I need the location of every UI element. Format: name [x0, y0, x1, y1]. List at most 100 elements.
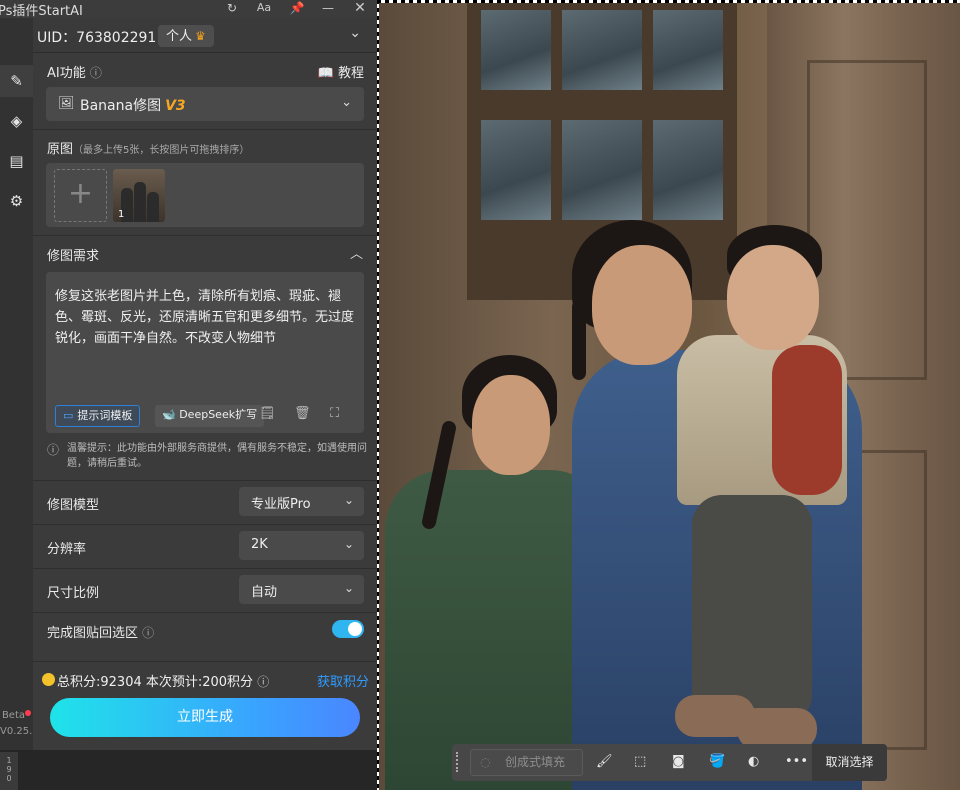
- tutorial-label: 教程: [337, 66, 364, 81]
- divider: [33, 129, 377, 130]
- thumbnail-index: 1: [118, 209, 125, 220]
- resolution-value: 2K: [251, 537, 268, 552]
- account-badge[interactable]: 个人 ♛: [158, 25, 214, 47]
- drag-handle[interactable]: [456, 752, 459, 772]
- paste-back-row: 完成图贴回选区 ⓘ: [33, 612, 377, 650]
- trash-icon[interactable]: 🗑: [294, 406, 311, 421]
- contextual-taskbar: ◌ 创成式填充 🖌 ⬚ ◙ 🪣 ◐ ••• 取消选择: [452, 744, 887, 781]
- service-notice-text: 温馨提示：此功能由外部服务商提供，偶有服务不稳定，如遇使用问题，请稍后重试。: [67, 443, 367, 469]
- book-icon: 📖: [317, 66, 334, 81]
- plugin-titlebar: Ps插件StartAI ↻ Aa 📌 — ✕: [0, 0, 377, 19]
- chevron-up-icon[interactable]: ︿: [350, 243, 363, 262]
- model-label: 修图模型: [47, 498, 100, 513]
- selection-marquee-top: [377, 0, 960, 3]
- generative-fill-label: 创成式填充: [505, 755, 566, 769]
- paste-back-label: 完成图贴回选区 ⓘ: [47, 622, 154, 641]
- ruler-label: 0: [6, 774, 12, 783]
- ruler-label: 1: [6, 756, 12, 765]
- more-icon[interactable]: •••: [785, 754, 808, 769]
- beta-text: Beta: [1, 710, 25, 721]
- ai-function-label-text: AI功能: [47, 66, 86, 81]
- whale-icon: 🐋: [162, 408, 176, 421]
- plugin-main-panel: AI功能 ⓘ 📖 教程 🖼 Banana修图 V3 ⌄ 原图（最多上传5张，长按图…: [33, 53, 377, 750]
- source-image-uploader: + 1: [46, 163, 364, 227]
- expand-icon[interactable]: ⛶: [330, 406, 339, 421]
- source-image-label: 原图（最多上传5张，长按图片可拖拽排序）: [47, 138, 249, 157]
- edit-tool-icon[interactable]: ✎: [0, 65, 33, 97]
- resolution-row: 分辨率 2K ⌄: [33, 524, 377, 567]
- points-summary: 总积分:92304 本次预计:200积分: [57, 675, 254, 690]
- source-image-hint: （最多上传5张，长按图片可拖拽排序）: [73, 145, 250, 156]
- ai-function-value: Banana修图 V3: [80, 95, 186, 115]
- ai-function-selected: Banana修图: [80, 98, 162, 114]
- service-notice: ⓘ 温馨提示：此功能由外部服务商提供，偶有服务不稳定，如遇使用问题，请稍后重试。: [47, 441, 367, 471]
- ratio-row: 尺寸比例 自动 ⌄: [33, 568, 377, 611]
- layers-tool-icon[interactable]: ◈: [0, 105, 33, 137]
- generate-button[interactable]: 立即生成: [50, 698, 360, 737]
- close-icon[interactable]: ✕: [350, 0, 370, 18]
- tool-column: ✎ ◈ ▤ ⚙: [0, 18, 33, 750]
- info-icon: ⓘ: [47, 443, 60, 457]
- info-icon[interactable]: ⓘ: [142, 626, 154, 640]
- ratio-label: 尺寸比例: [47, 586, 100, 601]
- source-image-thumbnail[interactable]: 1: [113, 169, 165, 222]
- model-row: 修图模型 专业版Pro ⌄: [33, 480, 377, 523]
- coin-icon: [42, 673, 55, 686]
- crown-icon: ♛: [195, 29, 206, 43]
- beta-dot: [25, 710, 31, 716]
- user-uid: UID：763802291: [37, 30, 157, 46]
- request-text[interactable]: 修复这张老图片并上色，清除所有划痕、瑕疵、褪色、霉斑、反光，还原清晰五官和更多细…: [55, 286, 357, 349]
- tutorial-link[interactable]: 📖 教程: [318, 62, 364, 81]
- info-icon[interactable]: ⓘ: [257, 675, 269, 689]
- minimize-icon[interactable]: —: [318, 0, 338, 18]
- paste-back-toggle[interactable]: [332, 620, 364, 638]
- request-label: 修图需求: [47, 249, 100, 264]
- version-tag: V3: [165, 98, 186, 114]
- photo-canvas[interactable]: [377, 0, 960, 790]
- model-value: 专业版Pro: [251, 497, 311, 512]
- resolution-select[interactable]: 2K ⌄: [239, 531, 364, 560]
- ai-function-select[interactable]: 🖼 Banana修图 V3 ⌄: [46, 87, 364, 121]
- chevron-down-icon: ⌄: [343, 493, 354, 507]
- chevron-down-icon: ⌄: [343, 537, 354, 551]
- chevron-down-icon: ⌄: [341, 95, 352, 110]
- divider: [33, 235, 377, 236]
- add-image-button[interactable]: +: [54, 169, 107, 222]
- account-badge-label: 个人: [166, 29, 193, 44]
- beta-label: Beta: [0, 710, 33, 721]
- pin-icon[interactable]: 📌: [287, 0, 307, 18]
- generative-fill-button[interactable]: ◌ 创成式填充: [470, 749, 583, 776]
- request-textarea[interactable]: 修复这张老图片并上色，清除所有划痕、瑕疵、褪色、霉斑、反光，还原清晰五官和更多细…: [46, 272, 364, 433]
- book-icon: ▭: [63, 409, 74, 422]
- source-image-label-text: 原图: [47, 142, 74, 157]
- points-bar: 总积分:92304 本次预计:200积分 ⓘ 获取积分: [33, 661, 377, 695]
- settings-gear-icon[interactable]: ⚙: [0, 185, 33, 217]
- deselect-button[interactable]: 取消选择: [812, 744, 887, 781]
- points-text: 总积分:92304 本次预计:200积分 ⓘ: [57, 671, 269, 690]
- ratio-select[interactable]: 自动 ⌄: [239, 575, 364, 604]
- vertical-ruler: 1 9 0: [0, 752, 18, 790]
- resolution-label: 分辨率: [47, 542, 87, 557]
- prompt-template-button[interactable]: ▭ 提示词模板: [55, 405, 141, 427]
- model-select[interactable]: 专业版Pro ⌄: [239, 487, 364, 516]
- deepseek-expand-button[interactable]: 🐋 DeepSeek扩写: [155, 405, 265, 427]
- refresh-icon[interactable]: ↻: [222, 0, 242, 18]
- ai-function-label: AI功能 ⓘ: [47, 62, 102, 81]
- font-size-icon[interactable]: Aa: [254, 0, 274, 18]
- get-points-link[interactable]: 获取积分: [317, 671, 369, 690]
- toggle-knob: [348, 622, 362, 636]
- sparkle-icon: ◌: [480, 755, 491, 769]
- document-tool-icon[interactable]: ▤: [0, 145, 33, 177]
- paste-back-label-text: 完成图贴回选区: [47, 626, 139, 641]
- ratio-value: 自动: [251, 585, 278, 600]
- adjustment-icon[interactable]: ◐: [748, 754, 759, 769]
- prompt-template-label: 提示词模板: [77, 409, 133, 422]
- mask-icon[interactable]: ◙: [672, 754, 685, 769]
- chevron-down-icon[interactable]: ⌄: [349, 25, 361, 41]
- history-icon[interactable]: 🗒: [259, 406, 276, 421]
- transform-selection-icon[interactable]: ⬚: [634, 754, 646, 769]
- deepseek-label: DeepSeek扩写: [179, 408, 258, 421]
- fill-bucket-icon[interactable]: 🪣: [709, 754, 725, 769]
- info-icon[interactable]: ⓘ: [90, 66, 102, 80]
- brush-icon[interactable]: 🖌: [596, 754, 613, 769]
